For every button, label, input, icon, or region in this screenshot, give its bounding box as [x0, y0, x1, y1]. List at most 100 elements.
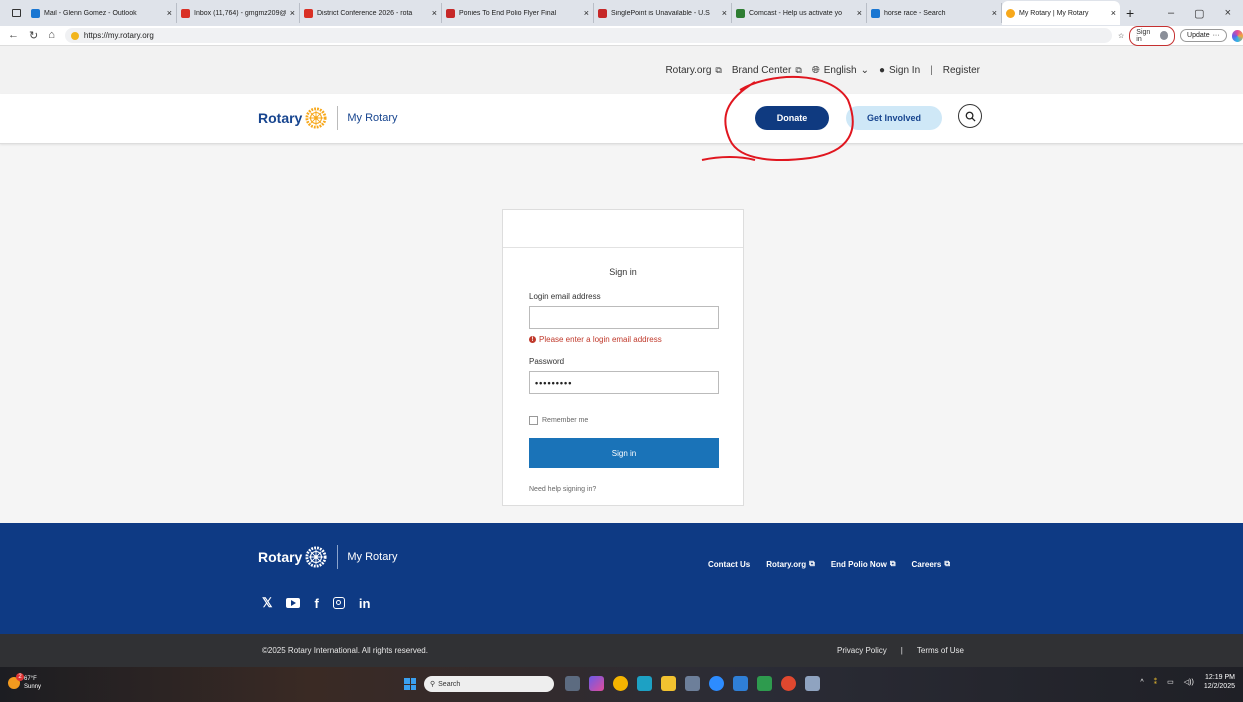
minimize-icon[interactable]: –: [1168, 7, 1174, 20]
windows-start-icon[interactable]: [404, 678, 416, 690]
excel-icon[interactable]: [757, 676, 772, 691]
linkedin-icon[interactable]: in: [359, 596, 371, 611]
volume-icon[interactable]: ◁)): [1184, 678, 1194, 686]
tab-title: Comcast - Help us activate yo: [749, 9, 842, 17]
browser-tab[interactable]: Mail - Glenn Gomez - Outlook ×: [27, 3, 177, 23]
taskbar-search-label: Search: [438, 680, 461, 688]
edge-icon[interactable]: [637, 676, 652, 691]
get-involved-button[interactable]: Get Involved: [846, 106, 942, 130]
browser-tab-strip: Mail - Glenn Gomez - Outlook × Inbox (11,…: [0, 0, 1243, 26]
pdf-icon: [446, 8, 455, 18]
window-controls: – ▢ ×: [1168, 7, 1243, 20]
nav-buttons: ← ↻ ⌂: [8, 29, 55, 42]
back-icon[interactable]: ←: [8, 29, 19, 42]
error-icon: !: [529, 336, 536, 343]
remember-me[interactable]: Remember me: [529, 416, 588, 425]
update-button[interactable]: Update ···: [1180, 29, 1227, 42]
donate-button[interactable]: Donate: [755, 106, 829, 130]
signin-button[interactable]: Sign in: [529, 438, 719, 468]
privacy-policy-link[interactable]: Privacy Policy: [837, 646, 887, 655]
sub-footer: ©2025 Rotary International. All rights r…: [0, 634, 1243, 667]
file-explorer-icon[interactable]: [661, 676, 676, 691]
footer-logo[interactable]: Rotary My Rotary: [258, 545, 397, 569]
x-icon[interactable]: 𝕏: [262, 595, 272, 611]
tab-title: Mail - Glenn Gomez - Outlook: [44, 9, 137, 17]
facebook-icon[interactable]: f: [314, 596, 318, 611]
sun-icon: 2: [8, 673, 24, 689]
display-icon[interactable]: ▭: [1167, 678, 1174, 686]
footer-rotary-org-link[interactable]: Rotary.org ⧉: [766, 559, 815, 569]
site-search-button[interactable]: [958, 104, 982, 128]
close-tab-icon[interactable]: ×: [584, 8, 589, 18]
close-tab-icon[interactable]: ×: [1111, 8, 1116, 18]
tab-title: Inbox (11,764) - gmgmz209@: [194, 9, 286, 17]
maximize-icon[interactable]: ▢: [1194, 7, 1204, 20]
terms-of-use-link[interactable]: Terms of Use: [917, 646, 964, 655]
app-icon[interactable]: [685, 676, 700, 691]
site-header: Rotary My Rotary Donate Get Involved: [0, 94, 1243, 144]
close-tab-icon[interactable]: ×: [290, 8, 295, 18]
sign-in-link[interactable]: ● Sign In: [879, 65, 920, 76]
task-view-icon[interactable]: [565, 676, 580, 691]
end-polio-now-link[interactable]: End Polio Now ⧉: [831, 559, 896, 569]
youtube-icon[interactable]: [286, 598, 301, 608]
home-icon[interactable]: ⌂: [48, 29, 55, 42]
refresh-icon[interactable]: ↻: [29, 29, 38, 42]
app-tray-icon[interactable]: ⁑: [1154, 678, 1158, 686]
external-link-icon: ⧉: [809, 559, 815, 568]
careers-link[interactable]: Careers ⧉: [912, 559, 951, 569]
copilot-icon[interactable]: [1231, 29, 1243, 42]
copilot-app-icon[interactable]: [589, 676, 604, 691]
close-window-icon[interactable]: ×: [1225, 7, 1231, 20]
taskbar-search[interactable]: ⚲ Search: [424, 676, 554, 692]
brand-center-link[interactable]: Brand Center ⧉: [732, 65, 802, 76]
browser-tab[interactable]: District Conference 2026 - rota ×: [300, 3, 442, 23]
tab-actions-icon[interactable]: [12, 9, 21, 17]
tab-title: My Rotary | My Rotary: [1019, 9, 1089, 17]
password-field[interactable]: •••••••••: [529, 371, 719, 394]
instagram-icon[interactable]: [332, 597, 345, 609]
url-text: https://my.rotary.org: [83, 31, 154, 40]
close-tab-icon[interactable]: ×: [857, 8, 862, 18]
browser-tab-active[interactable]: My Rotary | My Rotary ×: [1002, 1, 1120, 25]
close-tab-icon[interactable]: ×: [432, 8, 437, 18]
app-icon[interactable]: [781, 676, 796, 691]
rotary-logo[interactable]: Rotary My Rotary: [258, 106, 397, 130]
rotary-org-link[interactable]: Rotary.org ⧉: [665, 65, 721, 76]
language-selector[interactable]: 🌐︎ English ⌄: [812, 65, 869, 76]
browser-tab[interactable]: SinglePoint is Unavailable - U.S ×: [594, 3, 732, 23]
browser-tab[interactable]: Comcast - Help us activate yo ×: [732, 3, 867, 23]
favorites-icon[interactable]: ☆: [1118, 32, 1124, 40]
email-field[interactable]: [529, 306, 719, 329]
profile-signin-button[interactable]: Sign in: [1129, 25, 1176, 46]
close-tab-icon[interactable]: ×: [722, 8, 727, 18]
site-info-icon[interactable]: [70, 31, 79, 40]
brand-center-label: Brand Center: [731, 64, 792, 76]
clock[interactable]: 12:19 PM 12/2/2025: [1204, 673, 1235, 691]
help-link[interactable]: Need help signing in?: [529, 486, 596, 493]
browser-tab[interactable]: horse race - Search ×: [867, 3, 1002, 23]
app-icon[interactable]: [733, 676, 748, 691]
chrome-icon[interactable]: [613, 676, 628, 691]
careers-label: Careers: [911, 559, 942, 569]
browser-tab[interactable]: Inbox (11,764) - gmgmz209@ ×: [177, 3, 300, 23]
copyright-text: ©2025 Rotary International. All rights r…: [262, 646, 428, 655]
browser-toolbar-right: ☆ Sign in Update ···: [1118, 25, 1243, 46]
rotary-wheel-icon: [305, 546, 327, 568]
address-input[interactable]: https://my.rotary.org: [64, 28, 1112, 43]
register-link[interactable]: Register: [943, 65, 980, 76]
zoom-icon[interactable]: [709, 676, 724, 691]
contact-us-link[interactable]: Contact Us: [708, 559, 750, 569]
error-text: Please enter a login email address: [539, 335, 662, 344]
close-tab-icon[interactable]: ×: [167, 8, 172, 18]
chevron-up-icon[interactable]: ^: [1140, 679, 1143, 686]
gmail-icon: [304, 8, 313, 18]
register-label: Register: [942, 64, 980, 76]
app-icon[interactable]: [805, 676, 820, 691]
remember-checkbox[interactable]: [529, 416, 538, 425]
pinned-apps: [565, 676, 820, 691]
new-tab-icon[interactable]: +: [1126, 5, 1134, 21]
browser-tab[interactable]: Ponies To End Polio Flyer Final ×: [442, 3, 594, 23]
close-tab-icon[interactable]: ×: [992, 8, 997, 18]
weather-widget[interactable]: 2 67°F Sunny: [8, 673, 41, 691]
